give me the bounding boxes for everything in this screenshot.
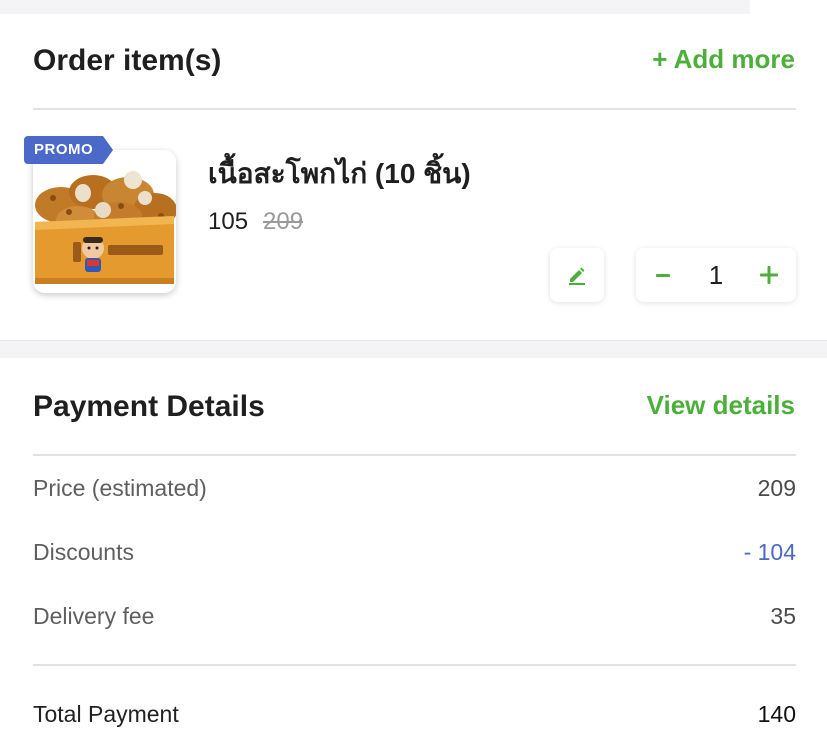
- total-payment-label: Total Payment: [33, 701, 179, 727]
- delivery-fee-value: 35: [770, 603, 796, 629]
- order-items-title: Order item(s): [33, 44, 222, 77]
- product-name: เนื้อสะโพกไก่ (10 ชิ้น): [208, 158, 471, 189]
- total-payment-value: 140: [757, 701, 796, 727]
- payment-details-title: Payment Details: [33, 390, 265, 423]
- product-price: 105: [208, 208, 249, 235]
- payment-divider-bottom: [33, 664, 796, 666]
- add-more-button[interactable]: + Add more: [652, 44, 795, 75]
- pencil-icon: [569, 267, 585, 285]
- order-divider: [33, 108, 796, 110]
- promo-badge: PROMO: [24, 136, 114, 164]
- total-payment-row: Total Payment 140: [33, 701, 796, 731]
- order-items-section: Order item(s) + Add more PROMO เนื้อสะโพ…: [0, 14, 827, 340]
- view-details-button[interactable]: View details: [647, 390, 795, 421]
- increase-quantity-button[interactable]: [742, 248, 796, 302]
- price-value: 209: [757, 475, 796, 501]
- top-strip: [0, 0, 750, 14]
- product-original-price: 209: [263, 208, 304, 235]
- discount-row: Discounts - 104: [33, 539, 796, 569]
- quantity-value: 1: [708, 260, 724, 290]
- minus-icon: [656, 274, 670, 277]
- section-separator: [0, 340, 827, 359]
- discount-value: - 104: [743, 539, 796, 565]
- payment-details-section: Payment Details View details Price (esti…: [0, 358, 827, 749]
- plus-icon: [760, 266, 778, 284]
- payment-divider-top: [33, 454, 796, 456]
- price-row: Price (estimated) 209: [33, 475, 796, 505]
- fried-chicken-box-image: [33, 150, 176, 293]
- delivery-fee-label: Delivery fee: [33, 603, 155, 629]
- decrease-quantity-button[interactable]: [636, 248, 690, 302]
- price-label: Price (estimated): [33, 475, 207, 501]
- edit-item-button[interactable]: [550, 248, 604, 302]
- discount-label: Discounts: [33, 539, 134, 565]
- delivery-fee-row: Delivery fee 35: [33, 603, 796, 633]
- quantity-stepper: 1: [636, 248, 796, 302]
- product-image: [33, 150, 176, 293]
